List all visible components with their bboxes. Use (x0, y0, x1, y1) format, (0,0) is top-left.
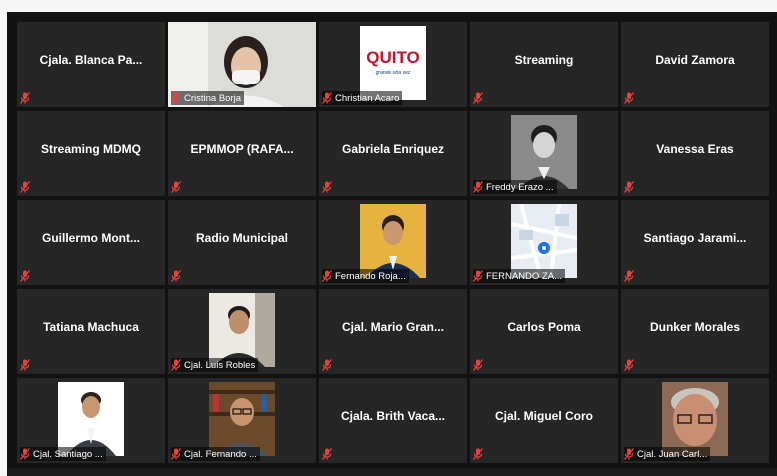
participant-tile[interactable]: Cjala. Blanca Pa... (17, 22, 165, 107)
meeting-window: Cjala. Blanca Pa... Cristina Borja QUITO gr… (7, 12, 777, 476)
participant-caption: Cjal. Fernando ... (170, 447, 260, 461)
participant-caption: FERNANDO ZA... (472, 269, 566, 283)
participant-tile[interactable]: FERNANDO ZA... (470, 200, 618, 285)
muted-mic-icon (623, 269, 635, 282)
muted-mic-icon (623, 91, 635, 104)
participant-name: FERNANDO ZA... (486, 270, 563, 282)
participant-video (209, 382, 275, 456)
participant-video (662, 382, 728, 456)
participant-name: Christian Acaro (335, 92, 400, 104)
muted-mic-icon (170, 92, 182, 104)
participant-tile[interactable]: Gabriela Enriquez (319, 111, 467, 196)
participant-caption: Cjal. Luis Robles (170, 358, 259, 372)
participant-caption: Fernando Roja... (321, 269, 409, 283)
muted-mic-icon (472, 447, 484, 460)
muted-mic-icon (19, 180, 31, 193)
participant-name: Streaming MDMQ (40, 141, 141, 156)
muted-mic-icon (19, 448, 31, 460)
muted-mic-icon (472, 358, 484, 371)
participant-tile[interactable]: Streaming (470, 22, 618, 107)
participant-video (511, 204, 577, 278)
participant-name: Gabriela Enriquez (341, 141, 445, 156)
participant-video (511, 115, 577, 189)
participant-tile[interactable]: QUITO grande otra vez Christian Acaro (319, 22, 467, 107)
participant-tile[interactable]: Vanessa Eras (621, 111, 769, 196)
participant-tile[interactable]: David Zamora (621, 22, 769, 107)
participant-video (360, 204, 426, 278)
participant-video: QUITO grande otra vez (360, 26, 426, 100)
participant-name: Vanessa Eras (656, 141, 734, 156)
participant-caption: Christian Acaro (321, 91, 403, 105)
participant-name: Cjal. Mario Gran... (341, 319, 445, 334)
muted-mic-icon (19, 358, 31, 371)
participant-caption: Cjal. Juan Carl... (623, 447, 711, 461)
svg-text:grande otra vez: grande otra vez (376, 70, 411, 76)
participant-tile[interactable]: Cjal. Luis Robles (168, 289, 316, 374)
muted-mic-icon (19, 91, 31, 104)
participant-name: Carlos Poma (507, 319, 581, 334)
participant-caption: Cristina Borja (170, 91, 245, 105)
participant-name: Cjal. Juan Carl... (637, 448, 708, 460)
muted-mic-icon (472, 91, 484, 104)
muted-mic-icon (170, 180, 182, 193)
participant-name: Radio Municipal (195, 230, 288, 245)
participant-tile[interactable]: Guillermo Mont... (17, 200, 165, 285)
muted-mic-icon (623, 358, 635, 371)
participant-tile[interactable]: Dunker Morales (621, 289, 769, 374)
participant-tile[interactable]: Cjal. Miguel Coro (470, 378, 618, 463)
meeting-toolbar (7, 468, 777, 476)
participant-tile[interactable]: Radio Municipal (168, 200, 316, 285)
participant-name: Freddy Erazo ... (486, 181, 554, 193)
participant-video (209, 293, 275, 367)
participant-tile[interactable]: Streaming MDMQ (17, 111, 165, 196)
participant-name: Cjal. Luis Robles (184, 359, 256, 371)
participant-tile[interactable]: Fernando Roja... (319, 200, 467, 285)
muted-mic-icon (321, 447, 333, 460)
participant-tile[interactable]: Cjal. Mario Gran... (319, 289, 467, 374)
muted-mic-icon (623, 448, 635, 460)
participant-tile[interactable]: Cjal. Juan Carl... (621, 378, 769, 463)
participant-name: Cjal. Miguel Coro (494, 408, 593, 423)
muted-mic-icon (321, 180, 333, 193)
muted-mic-icon (170, 448, 182, 460)
muted-mic-icon (623, 180, 635, 193)
participant-video (58, 382, 124, 456)
participant-tile[interactable]: Cjal. Santiago ... (17, 378, 165, 463)
participant-name: Dunker Morales (649, 319, 741, 334)
gallery-grid: Cjala. Blanca Pa... Cristina Borja QUITO gr… (17, 22, 773, 467)
muted-mic-icon (321, 92, 333, 104)
participant-tile[interactable]: Tatiana Machuca (17, 289, 165, 374)
participant-name: Streaming (514, 52, 574, 67)
participant-name: Cjal. Santiago ... (33, 448, 103, 460)
participant-tile[interactable]: Santiago Jarami... (621, 200, 769, 285)
muted-mic-icon (472, 181, 484, 193)
participant-name: Cjal. Fernando ... (184, 448, 257, 460)
participant-name: Cjala. Blanca Pa... (39, 52, 143, 67)
muted-mic-icon (472, 270, 484, 282)
muted-mic-icon (321, 358, 333, 371)
participant-name: EPMMOP (RAFA... (190, 141, 294, 156)
participant-tile[interactable]: Cjala. Brith Vaca... (319, 378, 467, 463)
participant-name: Fernando Roja... (335, 270, 406, 282)
muted-mic-icon (170, 269, 182, 282)
participant-name: Cristina Borja (184, 92, 242, 104)
participant-tile[interactable]: EPMMOP (RAFA... (168, 111, 316, 196)
participant-name: David Zamora (655, 52, 735, 67)
participant-name: Santiago Jarami... (643, 230, 747, 245)
participant-name: Cjala. Brith Vaca... (340, 408, 446, 423)
participant-tile[interactable]: Freddy Erazo ... (470, 111, 618, 196)
muted-mic-icon (321, 270, 333, 282)
participant-tile[interactable]: Cristina Borja (168, 22, 316, 107)
muted-mic-icon (170, 359, 182, 371)
participant-name: Guillermo Mont... (42, 230, 140, 245)
participant-tile[interactable]: Cjal. Fernando ... (168, 378, 316, 463)
participant-caption: Cjal. Santiago ... (19, 447, 106, 461)
participant-tile[interactable]: Carlos Poma (470, 289, 618, 374)
muted-mic-icon (19, 269, 31, 282)
participant-name: Tatiana Machuca (43, 319, 139, 334)
svg-text:QUITO: QUITO (366, 48, 420, 67)
participant-caption: Freddy Erazo ... (472, 180, 557, 194)
